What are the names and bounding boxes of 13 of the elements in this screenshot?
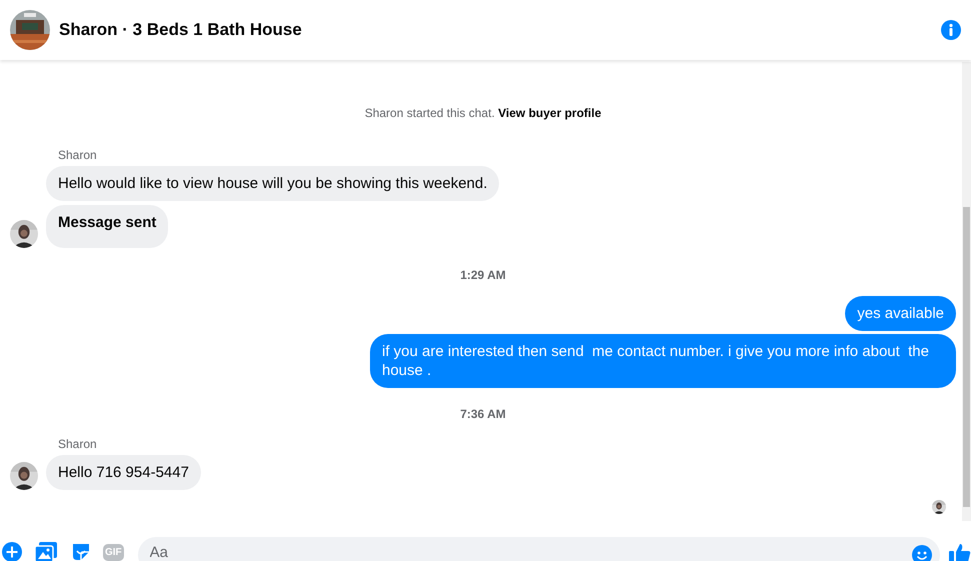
message-bubble: Hello would like to view house will you be showing this weekend. [46, 166, 500, 201]
message-bubble: if you are interested then send me contact number. i give you more info about the house . [370, 334, 956, 388]
chat-title: Sharon · 3 Beds 1 Bath House [59, 20, 303, 40]
timestamp: 7:36 AM [459, 407, 507, 421]
message-bubble: yes available [845, 296, 956, 331]
message-input[interactable]: Aa [138, 537, 940, 561]
sender-name: Sharon [58, 437, 98, 451]
message-bubble: Message sent [46, 205, 168, 248]
chat-start-note: Sharon started this chat. View buyer profile [364, 106, 602, 120]
message-bubble: Hello 716 954-5447 [46, 455, 201, 490]
sender-name: Sharon [58, 148, 98, 162]
timestamp: 1:29 AM [459, 268, 507, 282]
buyer-profile-link[interactable]: View buyer profile [498, 106, 602, 120]
